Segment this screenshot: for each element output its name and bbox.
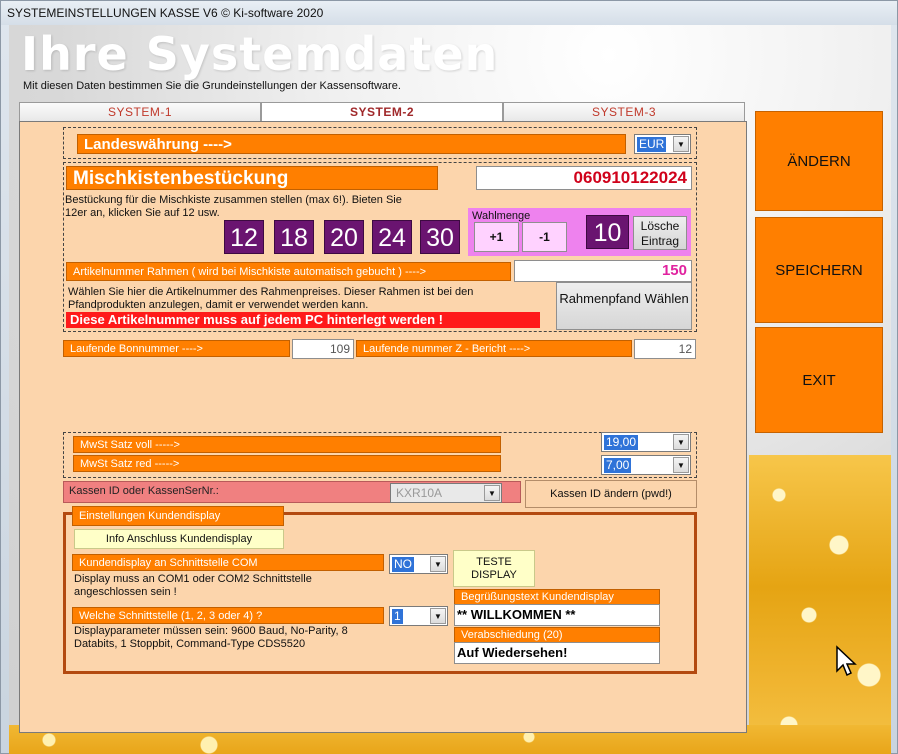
vat-full-select[interactable]: 19,00 ▼ [601, 432, 691, 452]
bon-number-label: Laufende Bonnummer ----> [63, 340, 290, 357]
display-group-label: Einstellungen Kundendisplay [72, 506, 284, 526]
tab-system-2[interactable]: SYSTEM-2 [261, 102, 503, 122]
kassen-id-value: KXR10A [396, 486, 443, 500]
mix-code-field[interactable]: 060910122024 [476, 166, 692, 190]
port-number-label: Welche Schnittstelle (1, 2, 3 oder 4) ? [72, 607, 384, 624]
kassen-id-select[interactable]: KXR10A ▼ [390, 483, 502, 503]
port-number-value: 1 [392, 609, 403, 624]
rahmenpfand-button[interactable]: Rahmenpfand Wählen [556, 282, 692, 330]
mix-tile-30[interactable]: 30 [420, 220, 460, 254]
port-number-select[interactable]: 1 ▼ [389, 606, 448, 626]
chevron-down-icon[interactable]: ▼ [430, 556, 446, 572]
z-report-field[interactable]: 12 [634, 339, 696, 359]
com-port-select[interactable]: NO ▼ [389, 554, 448, 574]
kassen-id-change-button[interactable]: Kassen ID ändern (pwd!) [525, 480, 697, 508]
minus-one-button[interactable]: -1 [522, 222, 567, 252]
frame-article-field[interactable]: 150 [514, 260, 692, 282]
vat-reduced-select[interactable]: 7,00 ▼ [601, 455, 691, 475]
vat-full-label: MwSt Satz voll -----> [73, 436, 501, 453]
chevron-down-icon[interactable]: ▼ [430, 608, 446, 624]
farewell-field[interactable]: Auf Wiedersehen! [454, 642, 660, 664]
chevron-down-icon[interactable]: ▼ [673, 457, 689, 473]
chevron-down-icon[interactable]: ▼ [673, 434, 689, 450]
mix-help-text: Bestückung für die Mischkiste zusammen s… [65, 194, 402, 219]
vat-reduced-label: MwSt Satz red -----> [73, 455, 501, 472]
info-display-button[interactable]: Info Anschluss Kundendisplay [74, 529, 284, 549]
frame-help-text: Wählen Sie hier die Artikelnummer des Ra… [68, 286, 474, 311]
tab-system-1[interactable]: SYSTEM-1 [19, 102, 261, 122]
frame-warning: Diese Artikelnummer muss auf jedem PC hi… [66, 312, 540, 328]
farewell-label: Verabschiedung (20) [454, 627, 660, 643]
exit-button[interactable]: EXIT [755, 327, 883, 433]
client-area: Ihre Systemdaten Mit diesen Daten bestim… [9, 25, 891, 754]
port-number-help: Displayparameter müssen sein: 9600 Baud,… [74, 625, 348, 650]
test-display-button[interactable]: TESTE DISPLAY [453, 550, 535, 587]
greeting-label: Begrüßungstext Kundendisplay [454, 589, 660, 605]
vat-full-value: 19,00 [604, 435, 639, 450]
mix-label: Mischkistenbestückung [66, 166, 438, 190]
com-port-help: Display muss an COM1 oder COM2 Schnittst… [74, 573, 312, 598]
currency-value: EUR [637, 137, 667, 152]
page-title: Ihre Systemdaten [21, 27, 499, 81]
beer-background-image [749, 455, 891, 754]
save-button[interactable]: SPEICHERN [755, 217, 883, 323]
tab-system-3[interactable]: SYSTEM-3 [503, 102, 745, 122]
chevron-down-icon[interactable]: ▼ [484, 485, 500, 501]
bon-number-field[interactable]: 109 [292, 339, 354, 359]
z-report-label: Laufende nummer Z - Bericht ----> [356, 340, 632, 357]
greeting-field[interactable]: ** WILLKOMMEN ** [454, 604, 660, 626]
mix-tile-24[interactable]: 24 [372, 220, 412, 254]
currency-label: Landeswährung ----> [77, 134, 626, 154]
currency-select[interactable]: EUR ▼ [634, 134, 691, 154]
settings-panel: Landeswährung ----> EUR ▼ Mischkistenbes… [19, 121, 747, 733]
com-port-value: NO [392, 557, 414, 572]
frame-article-label: Artikelnummer Rahmen ( wird bei Mischkis… [66, 262, 511, 281]
com-port-label: Kundendisplay an Schnittstelle COM [72, 554, 384, 571]
change-button[interactable]: ÄNDERN [755, 111, 883, 211]
page-subtitle: Mit diesen Daten bestimmen Sie die Grund… [23, 80, 401, 92]
application-window: SYSTEMEINSTELLUNGEN KASSE V6 © Ki-softwa… [0, 0, 898, 754]
plus-one-button[interactable]: +1 [474, 222, 519, 252]
mix-tile-12[interactable]: 12 [224, 220, 264, 254]
clear-entry-button[interactable]: Lösche Eintrag [633, 216, 687, 250]
mix-tile-20[interactable]: 20 [324, 220, 364, 254]
vat-reduced-value: 7,00 [604, 458, 632, 473]
mix-tile-18[interactable]: 18 [274, 220, 314, 254]
mouse-cursor-icon [836, 645, 857, 677]
chevron-down-icon[interactable]: ▼ [673, 136, 689, 152]
window-title: SYSTEMEINSTELLUNGEN KASSE V6 © Ki-softwa… [1, 1, 897, 25]
wahlmenge-current: 10 [586, 215, 629, 249]
